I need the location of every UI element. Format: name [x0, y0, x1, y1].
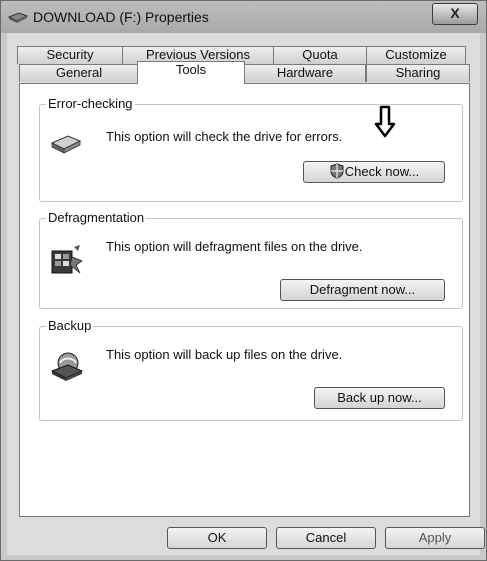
back-up-now-button[interactable]: Back up now...	[314, 387, 445, 409]
group-title: Error-checking	[46, 96, 135, 111]
window-title: DOWNLOAD (F:) Properties	[33, 9, 209, 25]
button-label: Defragment now...	[309, 282, 416, 297]
tab-customize[interactable]: Customize	[366, 46, 466, 64]
apply-button[interactable]: Apply	[385, 527, 485, 549]
close-icon: X	[450, 5, 460, 21]
backup-icon	[50, 352, 84, 381]
tab-label: Tools	[175, 62, 207, 77]
group-description: This option will defragment files on the…	[106, 239, 363, 254]
tab-label: Sharing	[395, 65, 441, 80]
tab-quota[interactable]: Quota	[273, 46, 367, 64]
defragmentation-group: Defragmentation This option will defragm…	[39, 210, 463, 309]
tab-hardware[interactable]: Hardware	[244, 64, 366, 82]
tab-label: Quota	[302, 47, 338, 62]
error-checking-group: Error-checking This option will check th…	[39, 96, 463, 202]
tab-sharing[interactable]: Sharing	[366, 64, 470, 82]
check-now-button[interactable]: Check now...	[303, 161, 445, 183]
defragment-now-button[interactable]: Defragment now...	[280, 279, 445, 301]
tab-tools[interactable]: Tools	[137, 61, 245, 84]
close-button[interactable]: X	[432, 3, 478, 25]
ok-button[interactable]: OK	[167, 527, 267, 549]
cancel-button[interactable]: Cancel	[276, 527, 376, 549]
drive-icon	[7, 12, 29, 23]
button-label: Cancel	[305, 530, 347, 545]
group-description: This option will back up files on the dr…	[106, 347, 343, 362]
tab-label: Hardware	[276, 65, 334, 80]
tools-panel: Error-checking This option will check th…	[19, 83, 470, 517]
tab-general[interactable]: General	[19, 64, 139, 82]
group-title: Defragmentation	[46, 210, 147, 225]
hard-drive-icon	[50, 135, 82, 154]
shield-icon	[330, 163, 344, 179]
group-description: This option will check the drive for err…	[106, 129, 343, 144]
properties-window: DOWNLOAD (F:) Properties X Security Prev…	[0, 0, 487, 561]
title-bar[interactable]: DOWNLOAD (F:) Properties X	[1, 1, 486, 33]
button-label: Apply	[418, 530, 452, 545]
tab-security[interactable]: Security	[17, 46, 123, 64]
tab-label: Customize	[385, 47, 447, 62]
button-label: OK	[207, 530, 227, 545]
backup-group: Backup This option will back up files on…	[39, 318, 463, 421]
arrow-down-icon	[374, 105, 396, 138]
defragment-icon	[51, 245, 83, 274]
dialog-body: Security Previous Versions Quota Customi…	[7, 33, 485, 555]
group-title: Backup	[46, 318, 94, 333]
tab-label: Security	[46, 47, 94, 62]
tab-label: General	[55, 65, 103, 80]
button-label: Check now...	[344, 164, 420, 179]
button-label: Back up now...	[337, 390, 422, 405]
tab-label: Previous Versions	[145, 47, 251, 62]
